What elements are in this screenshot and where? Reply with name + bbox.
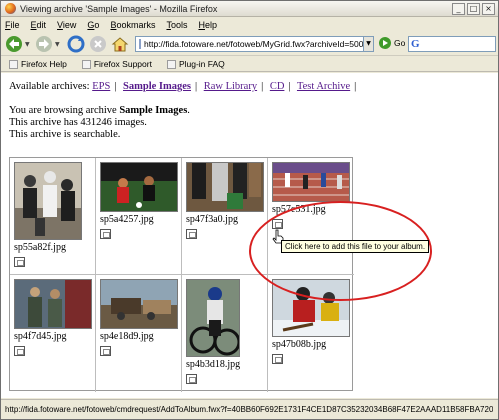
bookmark-page-icon — [81, 59, 91, 69]
menu-view[interactable]: View — [57, 20, 76, 30]
url-text: http://fida.fotoware.net/fotoweb/MyGrid.… — [144, 39, 365, 49]
image-filename[interactable]: sp4e18d9.jpg — [100, 331, 154, 342]
archive-link-eps[interactable]: EPS — [92, 81, 110, 92]
thumbnail-image[interactable] — [186, 279, 240, 357]
grid-cell: sp4f7d45.jpg — [10, 275, 96, 392]
add-to-album-button[interactable] — [186, 229, 197, 239]
menu-tools[interactable]: Tools — [166, 20, 187, 30]
back-arrow-icon — [6, 36, 22, 52]
thumbnail-image[interactable] — [272, 162, 350, 202]
menu-bookmarks[interactable]: Bookmarks — [110, 20, 155, 30]
window-title: Viewing archive 'Sample Images' - Mozill… — [20, 3, 218, 14]
image-filename[interactable]: sp47b08b.jpg — [272, 339, 326, 350]
browsing-line: You are browsing archive Sample Images. — [9, 105, 190, 116]
thumbnail-image[interactable] — [14, 162, 82, 240]
searchable-line: This archive is searchable. — [9, 129, 121, 140]
home-icon — [111, 37, 129, 52]
thumbnail-image[interactable] — [186, 162, 264, 212]
bookmark-plugin-faq[interactable]: Plug-in FAQ — [166, 59, 225, 69]
grid-cell: sp55a82f.jpg — [10, 158, 96, 275]
archive-link-cd[interactable]: CD — [270, 81, 285, 92]
archive-link-sample-images[interactable]: Sample Images — [123, 81, 191, 92]
window-controls: _ □ × — [452, 3, 495, 15]
thumbnail-image[interactable] — [100, 162, 178, 212]
image-filename[interactable]: sp47f3a0.jpg — [186, 214, 238, 225]
image-count-line: This archive has 431246 images. — [9, 117, 147, 128]
title-bar: Viewing archive 'Sample Images' - Mozill… — [1, 1, 498, 17]
image-filename[interactable]: sp5a4257.jpg — [100, 214, 154, 225]
add-to-album-button[interactable] — [100, 229, 111, 239]
image-filename[interactable]: sp4f7d45.jpg — [14, 331, 67, 342]
archives-label: Available archives: — [9, 81, 90, 92]
forward-button[interactable] — [35, 35, 53, 53]
menu-edit[interactable]: Edit — [31, 20, 47, 30]
bookmark-firefox-help[interactable]: Firefox Help — [9, 59, 67, 69]
navigation-toolbar: ▼ ▼ http://fida.fotoware.net/fotoweb/MyG… — [1, 32, 498, 56]
image-filename[interactable]: sp55a82f.jpg — [14, 242, 66, 253]
minimize-button[interactable]: _ — [452, 3, 465, 15]
go-icon — [379, 37, 391, 49]
add-to-album-button[interactable] — [100, 346, 111, 356]
close-button[interactable]: × — [482, 3, 495, 15]
go-label: Go — [394, 38, 406, 48]
thumbnail-image[interactable] — [100, 279, 178, 329]
archive-links: Available archives: EPS | Sample Images | … — [9, 81, 357, 92]
stop-button[interactable] — [89, 35, 107, 53]
archive-link-raw-library[interactable]: Raw Library — [204, 81, 257, 92]
archive-link-test-archive[interactable]: Test Archive — [297, 81, 350, 92]
thumbnail-image[interactable] — [14, 279, 92, 329]
tooltip: Click here to add this file to your albu… — [281, 240, 430, 253]
back-history-dropdown-icon[interactable]: ▼ — [25, 41, 30, 48]
menu-bar: File Edit View Go Bookmarks Tools Help — [1, 18, 498, 32]
maximize-button[interactable]: □ — [467, 3, 480, 15]
stop-icon — [90, 36, 106, 52]
back-button[interactable] — [5, 35, 23, 53]
menu-go[interactable]: Go — [87, 20, 99, 30]
go-button[interactable]: Go — [379, 37, 405, 49]
bookmark-page-icon — [166, 59, 176, 69]
reload-button[interactable] — [67, 35, 85, 53]
status-bar: http://fida.fotoware.net/fotoweb/cmdrequ… — [1, 399, 498, 419]
add-to-album-button[interactable] — [272, 354, 283, 364]
url-bar[interactable]: http://fida.fotoware.net/fotoweb/MyGrid.… — [135, 36, 365, 52]
image-filename[interactable]: sp4b3d18.jpg — [186, 359, 240, 370]
search-input[interactable]: G — [408, 36, 496, 52]
reload-icon — [67, 35, 85, 53]
status-text: http://fida.fotoware.net/fotoweb/cmdrequ… — [5, 405, 493, 414]
bookmark-page-icon — [9, 59, 18, 69]
grid-cell: sp4e18d9.jpg — [96, 275, 182, 392]
menu-help[interactable]: Help — [198, 20, 217, 30]
browser-window: Viewing archive 'Sample Images' - Mozill… — [0, 0, 499, 420]
home-button[interactable] — [111, 35, 129, 53]
search-engine-icon: G — [411, 38, 420, 50]
bookmarks-toolbar: Firefox Help Firefox Support Plug-in FAQ — [1, 57, 498, 72]
page-favicon-icon — [139, 39, 141, 49]
bookmark-firefox-support[interactable]: Firefox Support — [81, 59, 152, 69]
menu-file[interactable]: File — [5, 20, 20, 30]
add-to-album-button[interactable] — [14, 346, 25, 356]
page-content: Available archives: EPS | Sample Images | … — [1, 73, 498, 398]
add-to-album-button[interactable] — [14, 257, 25, 267]
add-to-album-button[interactable] — [186, 374, 197, 384]
grid-cell: sp5a4257.jpg — [96, 158, 182, 275]
forward-history-dropdown-icon[interactable]: ▼ — [55, 41, 60, 48]
firefox-logo-icon — [5, 3, 16, 14]
archive-info: You are browsing archive Sample Images. … — [9, 105, 190, 141]
url-history-dropdown-icon[interactable]: ▼ — [363, 36, 374, 52]
forward-arrow-icon — [36, 36, 52, 52]
grid-cell: sp4b3d18.jpg — [182, 275, 268, 392]
